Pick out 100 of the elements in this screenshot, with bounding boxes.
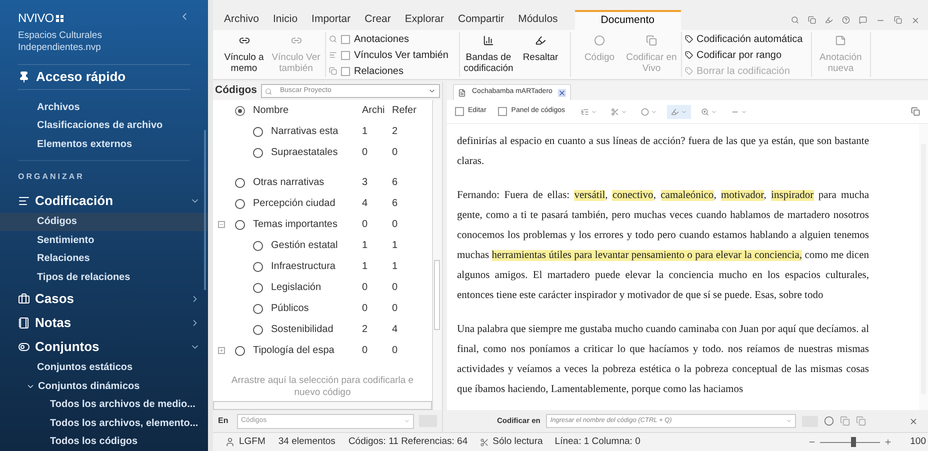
table-cell-text: 6 [392,176,398,190]
column-header[interactable]: Refer [392,103,416,118]
ribbon-button[interactable]: Codificación automática [684,32,803,46]
code-icon [253,240,263,250]
ribbon-button[interactable]: Resaltar [514,32,566,78]
sidebar-item[interactable]: Todos los archivos, elemento... [0,414,208,432]
table-cell-text: 6 [392,197,398,211]
sidebar-item[interactable]: Todos los archivos de medio... [0,396,208,414]
code-name[interactable]: Supraestatales [271,145,338,160]
dropdown-icon [681,108,688,114]
tag-icon [684,35,692,43]
select-all-radio[interactable] [235,106,245,116]
code-name[interactable]: Narrativas esta [271,124,338,139]
zoom-slider[interactable] [820,437,880,447]
code-icon [235,346,245,356]
uncode-icon[interactable] [856,416,866,426]
code-name[interactable]: Sostenibilidad [271,322,334,337]
ribbon-tab[interactable]: Archivo [217,10,266,30]
code-in-vivo-icon[interactable] [840,416,850,426]
sidebar-group[interactable]: Casos [0,286,208,310]
table-cell-text: 4 [362,197,369,211]
table-cell-text: 0 [392,281,398,295]
sidebar-item[interactable]: Todos los códigos [0,432,208,451]
checkbox[interactable] [498,107,508,116]
sidebar-item[interactable]: Relaciones [0,250,208,268]
table-cell-text: 0 [362,281,369,295]
sidebar-group[interactable]: Codificación [0,188,208,212]
column-header[interactable]: Nombre [253,103,289,118]
restore-icon[interactable] [894,16,902,24]
ribbon-tab[interactable]: Documento [574,10,680,30]
vertical-scrollbar[interactable] [432,100,442,410]
table-cell-text: 0 [362,344,369,358]
ribbon-button[interactable]: Bandas de codificación [462,32,514,78]
ribbon-tab[interactable]: Módulos [511,10,565,30]
code-name[interactable]: Legislación [271,280,322,295]
ribbon-tab[interactable]: Crear [358,10,398,30]
read-only-status: Sólo lectura [492,434,543,449]
checkbox[interactable] [341,66,350,76]
toolbar-dropdown[interactable] [667,104,692,118]
checkbox-label: Anotaciones [354,32,410,46]
table-cell-text: 0 [392,302,398,316]
ribbon-button[interactable]: Vínculo a memo [218,32,270,78]
close-icon[interactable] [558,88,566,96]
table-cell-text: 0 [392,146,398,160]
sidebar-item[interactable]: Clasificaciones de archivo [0,116,208,135]
read-only-icon [480,438,489,446]
document-icon [458,88,466,96]
ribbon-button[interactable]: Codificar por rango [684,48,782,62]
sidebar-item[interactable]: Conjuntos dinámicos [0,377,208,396]
plus-icon [218,348,224,353]
code-name[interactable]: Percepción ciudad [253,196,336,211]
sidebar-group[interactable]: Conjuntos [0,334,208,358]
code-name[interactable]: Infraestructura [271,259,336,274]
undock-icon[interactable] [911,107,920,116]
column-header[interactable]: Archi [362,103,392,118]
expander[interactable] [218,221,224,228]
group-icon [18,292,30,304]
code-icon [253,304,263,314]
code-name[interactable]: Otras narrativas [253,175,324,190]
tag-icon [684,51,692,59]
close-icon[interactable] [911,16,920,24]
dropdown-icon [711,108,718,114]
code-name[interactable]: Gestión estatal [271,238,338,253]
document-paragraph: Fernando: Fuera de ellas: versátil, conectivo, camaleónico, motivador, inspirador para mucha gente, como a ti te pasará también, pero muchas veces cuando hablamos de martadero nosotros conocemos los problemas y los errores y todo pero cuando estamos hablando a alguien tenemos muchas herramientas útiles para levantar pensamiento o para elevar la conciencia, como me dicen algunos amigos. El martadero puede elevar la conciencia mucho en los espacios culturales, entonces tiene este carácter inspirador y motivador de que sí se puede. Esas, sobre todo [457,189,869,303]
sidebar-item[interactable]: Tipos de relaciones [0,268,208,286]
sidebar-item[interactable]: Elementos externos [0,135,208,154]
checkbox[interactable] [341,34,350,44]
code-name[interactable]: Temas importantes [253,217,338,232]
cursor-position: Línea: 1 Columna: 0 [554,434,640,449]
table-cell-text: 1 [362,125,369,139]
checkbox-label: Relaciones [354,64,404,78]
expander[interactable] [218,347,224,354]
help-icon[interactable] [842,16,850,24]
zoom-in-icon[interactable] [884,438,892,446]
project-name: Espacios Culturales Independientes.nvp [18,30,103,54]
sidebar-item[interactable]: Archivos [0,98,208,116]
document-paragraph: Una palabra que siempre me gustaba mucho cuando caminaba con Juan por aquí que decíamos. al final, como nos poníamos a criticar lo que hacíamos y todo. nos reíamos de nuestras mismas actividades y veíamos a veces la pobreza estética o la pobreza conceptual de las mismas cosas que íbamos haciendo, Lamentablemente, porque como las haciamos [457,323,869,397]
dropdown-icon[interactable] [428,87,436,95]
code-name[interactable]: Públicos [271,301,309,316]
section-title[interactable]: Acceso rápido [36,67,126,87]
table-cell-text: 1 [392,239,398,253]
sidebar-item[interactable]: Sentimiento [0,231,208,250]
group-icon [18,194,30,206]
ribbon-tab[interactable]: Inicio [266,10,305,30]
ribbon-tab[interactable]: Explorar [398,10,451,30]
slider-thumb[interactable] [851,437,856,447]
sidebar-item[interactable]: Códigos [0,212,208,231]
horizontal-scrollbar[interactable] [213,401,432,410]
section-label: ORGANIZAR [17,170,86,182]
code-icon[interactable] [824,416,834,426]
sidebar-item[interactable]: Conjuntos estáticos [0,358,208,377]
close-icon[interactable] [909,416,918,426]
code-name[interactable]: Tipología del espa [253,343,334,358]
chat-icon[interactable] [859,16,867,24]
ribbon-tab[interactable]: Compartir [451,10,512,30]
ribbon-tab[interactable]: Importar [304,10,358,30]
search-icon [265,88,272,94]
checkbox[interactable] [341,50,350,60]
checkbox[interactable] [455,107,464,116]
sidebar-group[interactable]: Notas [0,310,208,334]
